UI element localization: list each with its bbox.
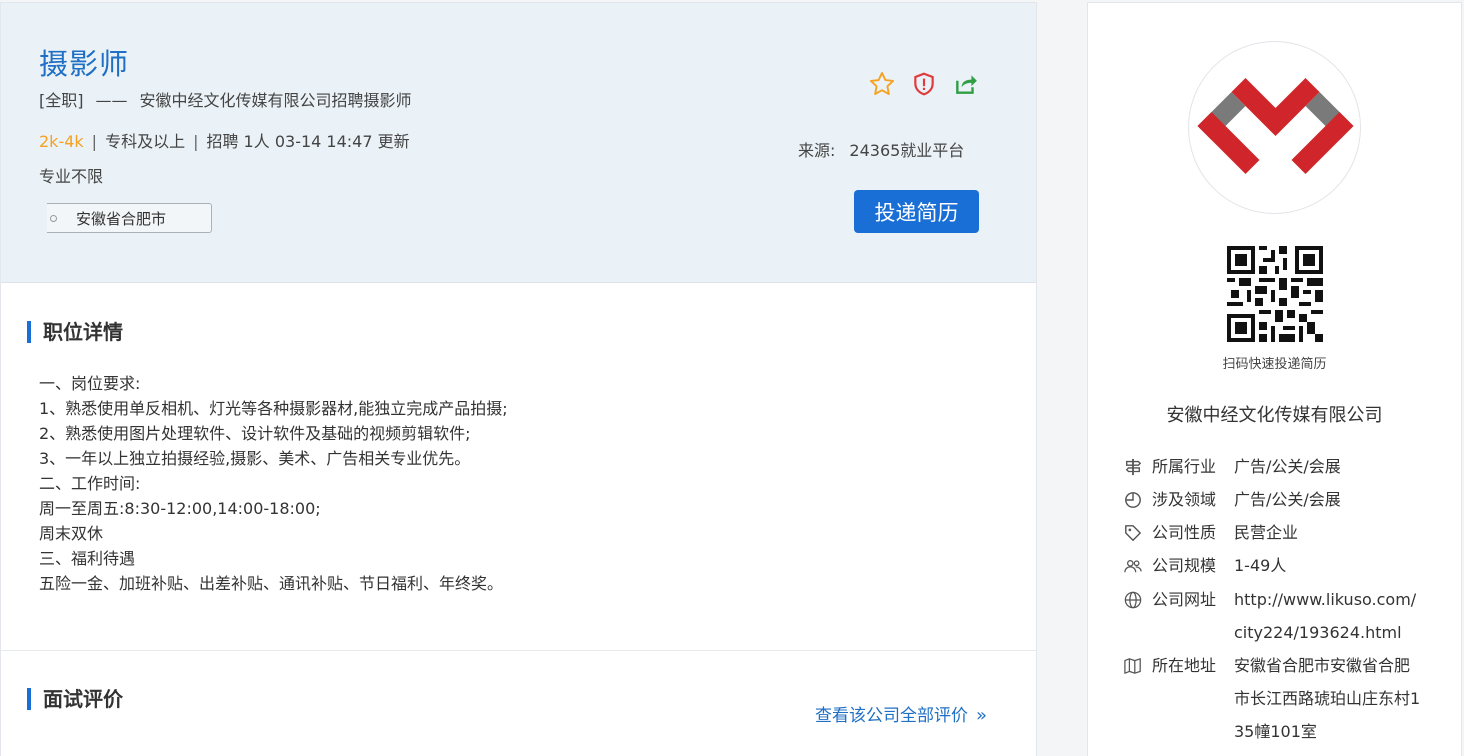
tag-notch bbox=[39, 203, 47, 233]
star-outline-icon[interactable] bbox=[867, 69, 897, 99]
job-type: [全职] bbox=[39, 91, 84, 110]
qr-code-icon[interactable] bbox=[1227, 246, 1323, 342]
signpost-icon bbox=[1124, 450, 1146, 483]
detail-line: 二、工作时间: bbox=[39, 474, 141, 493]
detail-line: 2、熟悉使用图片处理软件、设计软件及基础的视频剪辑软件; bbox=[39, 424, 471, 443]
info-value: 民营企业 bbox=[1234, 523, 1299, 542]
info-label: 所属行业 bbox=[1152, 457, 1217, 476]
info-label: 公司性质 bbox=[1152, 523, 1217, 542]
job-source: 来源: 24365就业平台 bbox=[798, 137, 964, 161]
detail-line: 3、一年以上独立拍摄经验,摄影、美术、广告相关专业优先。 bbox=[39, 449, 471, 468]
updated-time: 03-14 14:47 更新 bbox=[274, 132, 410, 151]
info-value: 广告/公关/会展 bbox=[1234, 490, 1341, 509]
education-requirement: 专科及以上 bbox=[105, 132, 186, 151]
info-row-nature: 公司性质 民营企业 bbox=[1124, 516, 1424, 549]
page: 摄影师 [全职] —— 安徽中经文化传媒有限公司招聘摄影师 2k-4k | 专科及以上 |… bbox=[0, 0, 1464, 756]
tag-icon bbox=[1124, 516, 1146, 549]
info-label: 涉及领域 bbox=[1152, 490, 1217, 509]
info-label: 公司网址 bbox=[1152, 590, 1217, 609]
location-tag[interactable]: 安徽省合肥市 bbox=[39, 203, 212, 233]
major-requirement: 专业不限 bbox=[39, 167, 104, 186]
section-divider bbox=[1, 650, 1036, 651]
detail-line: 周一至周五:8:30-12:00,14:00-18:00; bbox=[39, 499, 321, 518]
company-website-link[interactable]: http://www.likuso.com/city224/193624.htm… bbox=[1234, 583, 1424, 649]
job-header: 摄影师 [全职] —— 安徽中经文化传媒有限公司招聘摄影师 2k-4k | 专科及以上 |… bbox=[1, 3, 1036, 283]
company-logo-icon bbox=[1197, 78, 1354, 174]
detail-line: 1、熟悉使用单反相机、灯光等各种摄影器材,能独立完成产品拍摄; bbox=[39, 399, 508, 418]
subtitle-dash: —— bbox=[95, 91, 128, 110]
pie-chart-icon bbox=[1124, 483, 1146, 516]
detail-line: 周末双休 bbox=[39, 524, 104, 543]
section-title-interview-reviews: 面试评价 bbox=[27, 688, 123, 710]
source-label: 来源: bbox=[798, 141, 836, 160]
company-panel: 扫码快速投递简历 安徽中经文化传媒有限公司 所属行业 广告/公关/会展 涉及领域… bbox=[1087, 2, 1462, 756]
detail-line: 三、福利待遇 bbox=[39, 549, 136, 568]
company-logo bbox=[1188, 41, 1361, 214]
job-title: 摄影师 bbox=[39, 47, 130, 81]
job-subtitle: [全职] —— 安徽中经文化传媒有限公司招聘摄影师 bbox=[39, 87, 412, 111]
meta-separator: | bbox=[91, 132, 98, 151]
globe-icon bbox=[1124, 583, 1146, 616]
salary: 2k-4k bbox=[39, 132, 84, 151]
qr-caption: 扫码快速投递简历 bbox=[1222, 357, 1327, 372]
info-row-address: 所在地址 安徽省合肥市安徽省合肥市长江西路琥珀山庄东村135幢101室 bbox=[1124, 649, 1424, 748]
info-value: 安徽省合肥市安徽省合肥市长江西路琥珀山庄东村135幢101室 bbox=[1234, 656, 1421, 741]
info-row-industry: 所属行业 广告/公关/会展 bbox=[1124, 450, 1424, 483]
info-value: 广告/公关/会展 bbox=[1234, 457, 1341, 476]
openings: 招聘 1人 bbox=[206, 132, 270, 151]
detail-line: 一、岗位要求: bbox=[39, 374, 141, 393]
job-panel: 摄影师 [全职] —— 安徽中经文化传媒有限公司招聘摄影师 2k-4k | 专科及以上 |… bbox=[0, 2, 1037, 756]
apply-resume-button[interactable]: 投递简历 bbox=[854, 190, 979, 233]
view-all-label: 查看该公司全部评价 bbox=[815, 706, 968, 726]
view-all-reviews-link[interactable]: 查看该公司全部评价 » bbox=[815, 701, 987, 726]
info-label: 所在地址 bbox=[1152, 656, 1217, 675]
double-chevron-right-icon: » bbox=[976, 705, 988, 726]
info-label: 公司规模 bbox=[1152, 556, 1217, 575]
location-text: 安徽省合肥市 bbox=[76, 209, 167, 228]
job-headline: 安徽中经文化传媒有限公司招聘摄影师 bbox=[139, 91, 412, 110]
company-name[interactable]: 安徽中经文化传媒有限公司 bbox=[1088, 401, 1461, 427]
info-row-field: 涉及领域 广告/公关/会展 bbox=[1124, 483, 1424, 516]
job-meta: 2k-4k | 专科及以上 | 招聘 1人 03-14 14:47 更新 bbox=[39, 128, 410, 152]
map-icon bbox=[1124, 649, 1146, 682]
job-details-body: 一、岗位要求: 1、熟悉使用单反相机、灯光等各种摄影器材,能独立完成产品拍摄; 2、… bbox=[39, 371, 999, 596]
source-value: 24365就业平台 bbox=[849, 141, 965, 160]
info-row-website: 公司网址 http://www.likuso.com/city224/19362… bbox=[1124, 583, 1424, 649]
share-icon[interactable] bbox=[951, 69, 981, 99]
shield-alert-icon[interactable] bbox=[909, 69, 939, 99]
people-icon bbox=[1124, 549, 1146, 582]
detail-line: 五险一金、加班补贴、出差补贴、通讯补贴、节日福利、年终奖。 bbox=[39, 574, 504, 593]
tag-hole-icon bbox=[50, 215, 57, 222]
job-actions bbox=[867, 69, 981, 99]
info-row-size: 公司规模 1-49人 bbox=[1124, 549, 1424, 582]
meta-separator: | bbox=[193, 132, 199, 151]
section-title-job-details: 职位详情 bbox=[27, 321, 123, 343]
info-value: 1-49人 bbox=[1234, 556, 1287, 575]
